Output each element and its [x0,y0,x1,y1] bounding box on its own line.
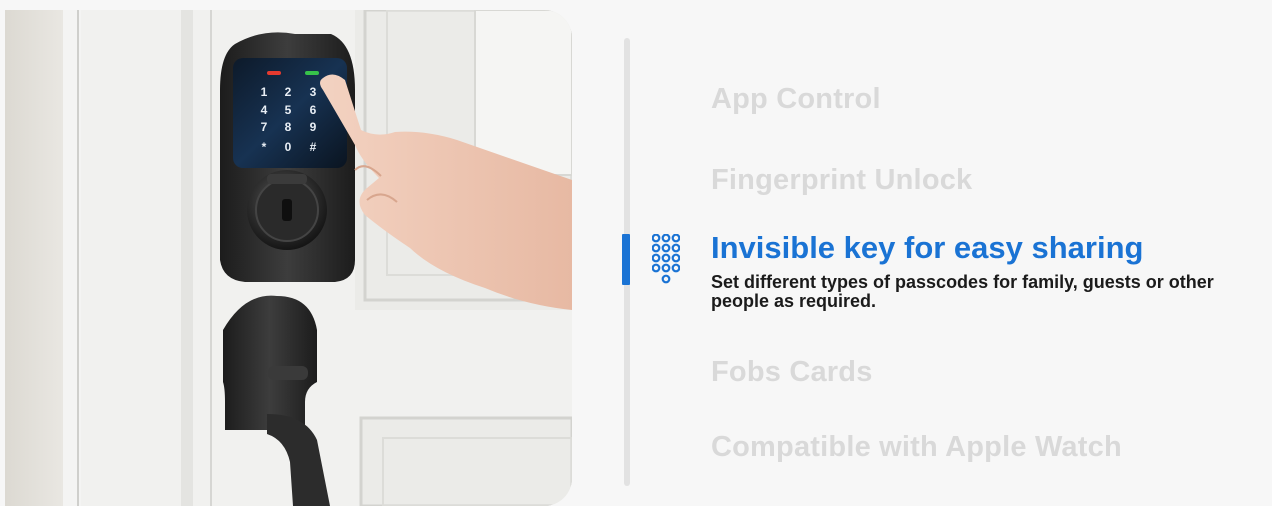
keypad-key: * [262,140,267,154]
keypad-key: 1 [261,85,268,99]
keypad-key: # [310,140,317,154]
keypad-key: 4 [261,103,268,117]
feature-fingerprint-unlock[interactable]: Fingerprint Unlock [711,164,972,197]
product-photo: 1 2 3 4 5 6 7 8 9 * 0 # [5,10,572,506]
feature-apple-watch[interactable]: Compatible with Apple Watch [711,431,1122,464]
keypad-key: 9 [310,120,317,134]
keypad-key: 8 [285,120,292,134]
keypad-key: 5 [285,103,292,117]
feature-scroll-indicator [622,234,630,285]
keypad-icon [652,234,680,284]
keypad-key: 6 [310,103,317,117]
smart-lock-illustration: 1 2 3 4 5 6 7 8 9 * 0 # [5,10,572,506]
feature-title: Invisible key for easy sharing [711,230,1144,265]
feature-fobs-cards[interactable]: Fobs Cards [711,356,873,389]
keypad-key: 7 [261,120,268,134]
feature-app-control[interactable]: App Control [711,83,881,116]
keypad-key: 2 [285,85,292,99]
keypad-key: 0 [285,140,292,154]
feature-description: Set different types of passcodes for fam… [711,272,1214,311]
keypad-key: 3 [310,85,317,99]
